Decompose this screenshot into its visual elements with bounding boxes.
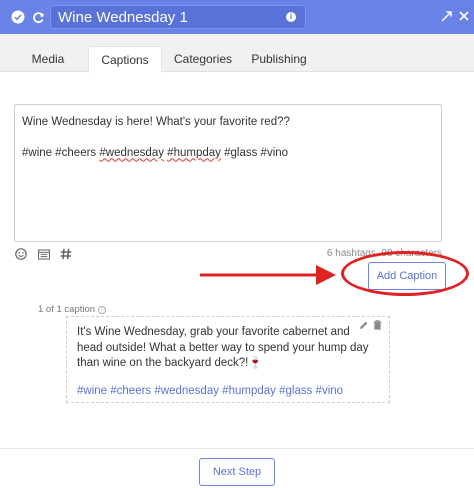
tab-captions[interactable]: Captions [88, 46, 162, 73]
arrow-icon [200, 265, 336, 285]
caption-tag[interactable]: #humpday [222, 385, 276, 397]
editor-tag: #cheers [55, 146, 97, 159]
editor-tag: #humpday [167, 146, 221, 159]
trash-icon[interactable] [373, 320, 382, 335]
edit-icon[interactable] [359, 320, 369, 335]
tab-publishing[interactable]: Publishing [248, 46, 310, 72]
expand-icon[interactable] [438, 7, 454, 25]
caption-card[interactable]: It's Wine Wednesday, grab your favorite … [66, 316, 390, 403]
editor-hashtags: #wine #cheers #wednesday #humpday #glass… [22, 146, 434, 162]
caption-tag[interactable]: #wednesday [154, 385, 219, 397]
caption-count: 1 of 1 caption i [38, 304, 107, 315]
caption-count-text: 1 of 1 caption [38, 304, 96, 315]
caption-editor[interactable]: Wine Wednesday is here! What's your favo… [14, 104, 442, 242]
info-icon[interactable]: i [286, 12, 296, 22]
emoji-icon[interactable] [15, 248, 27, 260]
editor-tag: #wine [22, 146, 53, 159]
caption-body: It's Wine Wednesday, grab your favorite … [77, 325, 379, 372]
tab-categories[interactable]: Categories [168, 46, 238, 72]
check-circle-icon[interactable] [10, 9, 26, 25]
footer-divider [0, 448, 474, 449]
editor-tag: #vino [260, 146, 289, 159]
next-step-button[interactable]: Next Step [199, 458, 275, 486]
caption-text: It's Wine Wednesday, grab your favorite … [77, 326, 369, 370]
editor-line: Wine Wednesday is here! What's your favo… [22, 116, 290, 128]
tab-bar: Media Captions Categories Publishing [0, 34, 474, 73]
wine-emoji: 🍷 [248, 357, 263, 370]
hashtag-tool-icon[interactable] [60, 248, 72, 260]
title-text: Wine Wednesday 1 [58, 9, 188, 26]
highlight-ellipse [341, 251, 469, 296]
tab-media[interactable]: Media [18, 46, 78, 72]
editor-tag: #wednesday [99, 146, 164, 159]
refresh-icon[interactable] [30, 9, 46, 25]
info-icon[interactable]: i [98, 305, 107, 314]
close-icon[interactable] [456, 7, 472, 25]
caption-tag[interactable]: #cheers [110, 385, 151, 397]
caption-tag[interactable]: #vino [316, 385, 344, 397]
library-icon[interactable] [38, 248, 50, 260]
caption-hashtags: #wine #cheers #wednesday #humpday #glass… [77, 384, 379, 400]
caption-tag[interactable]: #wine [77, 385, 107, 397]
editor-tag: #glass [224, 146, 258, 159]
title-input[interactable]: Wine Wednesday 1 [50, 5, 306, 29]
window-header: Wine Wednesday 1 i [0, 0, 474, 34]
caption-tag[interactable]: #glass [279, 385, 312, 397]
